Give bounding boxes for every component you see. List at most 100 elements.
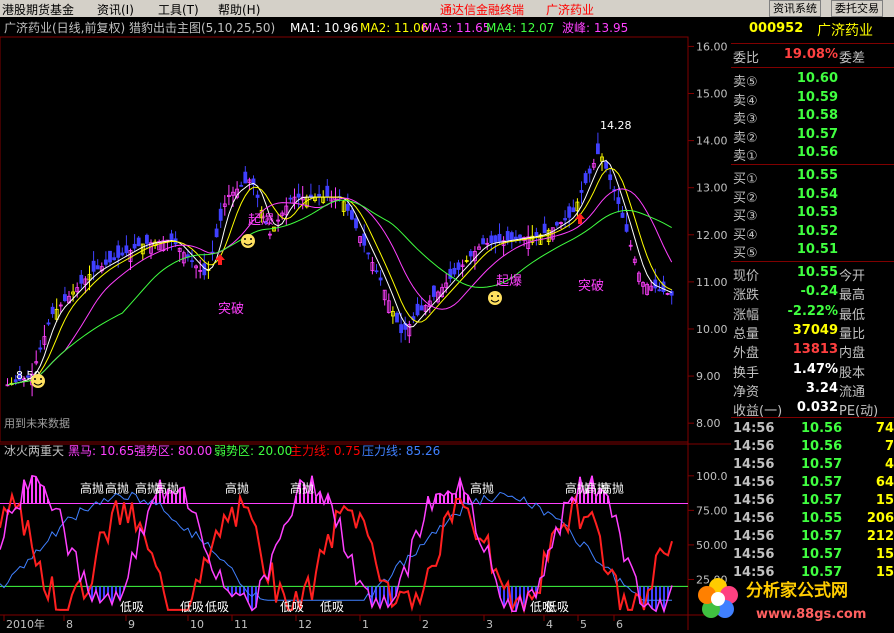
x-tick-label: 8: [66, 618, 73, 630]
buy-level-5[interactable]: 买⑤ 10.51: [731, 242, 894, 261]
sell-level-1[interactable]: 卖① 10.56: [731, 145, 894, 164]
stat-row[interactable]: 净资 3.24 流通: [731, 381, 894, 400]
weak-zone-label: 弱势区: 20.00: [214, 444, 292, 458]
buy-signal-label: 低吸: [320, 600, 344, 614]
signal-labels: 高抛 高抛 高抛高抛 高抛 高抛 高抛 高抛高抛高抛低吸 低吸 低吸 低吸 低吸 低吸低吸: [80, 480, 624, 614]
sell-signal-label: 高抛: [290, 480, 314, 495]
black-horse-label: 黑马: 10.65: [68, 444, 134, 458]
ma2-label: MA2: 11.06: [360, 21, 428, 35]
sell-level-4[interactable]: 卖④ 10.59: [731, 90, 894, 109]
buy-signal-label: 低吸: [205, 600, 229, 614]
y-tick-label: 12.00: [696, 229, 728, 242]
stat-row[interactable]: 现价 10.55 今开: [731, 265, 894, 284]
y-tick-label: 50.00: [696, 539, 728, 552]
quote-panel: 000952 广济药业 委比 19.08% 委差 卖⑤ 10.60 卖④ 10.59 卖…: [731, 17, 894, 630]
strong-zone-label: 强势区: 80.00: [134, 444, 212, 458]
sell-level-3[interactable]: 卖③ 10.58: [731, 108, 894, 127]
indicator-lines: [0, 474, 673, 614]
ma4-label: MA4: 12.07: [486, 21, 554, 35]
tick-row: 14:56 10.57 4: [733, 457, 894, 472]
ma1-label: MA1: 10.96: [290, 21, 358, 35]
ignite-label-2: 起爆: [496, 274, 522, 289]
stat-row[interactable]: 收益(一) 0.032 PE(动): [731, 400, 894, 419]
smiley-icon: [241, 234, 255, 248]
x-axis: 2010年 8 9 10 11 12 1 2 3 4 5 6: [3, 615, 623, 630]
stat-row[interactable]: 总量 37049 量比: [731, 323, 894, 342]
watermark-logo: 分析家公式网 www.88gs.com: [694, 568, 894, 630]
breakout-label-1: 突破: [218, 301, 244, 317]
buy-level-3[interactable]: 买③ 10.53: [731, 205, 894, 224]
stock-name: 广济药业: [817, 23, 873, 39]
smiley-icon: [488, 291, 502, 305]
sell-signal-label: 高抛: [155, 480, 179, 495]
y-tick-label: 100.0: [696, 470, 728, 483]
flower-icon: [698, 578, 738, 618]
stock-code: 000952: [749, 21, 804, 36]
buy-level-2[interactable]: 买② 10.54: [731, 187, 894, 206]
candlesticks: [5, 132, 674, 397]
menu-item-tools[interactable]: 工具(T): [158, 1, 199, 18]
main-chart-header: 广济药业(日线,前复权) 猎豹出击主图(5,10,25,50): [4, 20, 275, 35]
x-tick-label: 1: [362, 618, 369, 630]
smiley-icon: [31, 374, 45, 388]
tick-row: 14:56 10.57 64: [733, 475, 894, 490]
sell-signal-label: 高抛: [80, 480, 104, 495]
stat-row[interactable]: 涨跌 -0.24 最高: [731, 284, 894, 303]
sub-chart-header: 冰火两重天: [4, 444, 64, 458]
tick-row: 14:56 10.55 206: [733, 511, 894, 526]
main-y-axis: 16.00 15.00 14.00 13.00 12.00 11.00 10.00 9.00 8…: [688, 40, 728, 430]
stat-row[interactable]: 涨幅 -2.22% 最低: [731, 304, 894, 323]
y-tick-label: 10.00: [696, 323, 728, 336]
y-tick-label: 75.00: [696, 504, 728, 517]
wave-peak-label: 波峰: 13.95: [562, 21, 628, 35]
y-tick-label: 13.00: [696, 182, 728, 195]
menu-item-hk[interactable]: 港股期货基金: [2, 1, 74, 18]
stat-row[interactable]: 换手 1.47% 股本: [731, 362, 894, 381]
y-tick-label: 8.00: [696, 417, 721, 430]
ma3-label: MA3: 11.65: [422, 21, 490, 35]
tick-row: 14:56 10.56 74: [733, 421, 894, 436]
menu-item-help[interactable]: 帮助(H): [218, 1, 260, 18]
main-force-label: 主力线: 0.75: [290, 444, 361, 458]
weibi-row: 委比 19.08% 委差: [733, 47, 866, 66]
trade-button[interactable]: 委托交易: [831, 0, 883, 17]
y-tick-label: 16.00: [696, 40, 728, 53]
up-arrow-icon: [215, 254, 225, 265]
buy-signal-label: 低吸: [545, 600, 569, 614]
sell-level-2[interactable]: 卖② 10.57: [731, 127, 894, 146]
tick-row: 14:56 10.57 15: [733, 493, 894, 508]
tick-row: 14:56 10.56 7: [733, 439, 894, 454]
sell-signal-label: 高抛: [470, 480, 494, 495]
chart-area[interactable]: 广济药业(日线,前复权) 猎豹出击主图(5,10,25,50) MA1: 10.…: [0, 17, 731, 630]
tick-row: 14:56 10.57 15: [733, 547, 894, 562]
buy-signal-label: 低吸: [280, 600, 304, 614]
x-tick-label: 2010年: [6, 617, 45, 630]
news-system-button[interactable]: 资讯系统: [769, 0, 821, 17]
stock-title: 广济药业: [546, 3, 595, 17]
sell-signal-label: 高抛: [600, 480, 624, 495]
x-tick-label: 2: [422, 618, 429, 630]
x-tick-label: 4: [546, 618, 553, 630]
future-data-note: 用到未来数据: [4, 416, 70, 430]
app-title: 通达信金融终端: [440, 3, 525, 17]
breakout-label-2: 突破: [578, 278, 604, 294]
high-price-label: 14.28: [600, 119, 632, 132]
menu-item-news[interactable]: 资讯(I): [97, 1, 134, 18]
x-tick-label: 6: [616, 618, 623, 630]
buy-level-4[interactable]: 买④ 10.52: [731, 224, 894, 243]
y-tick-label: 9.00: [696, 370, 721, 383]
buy-level-1[interactable]: 买① 10.55: [731, 168, 894, 187]
sell-signal-label: 高抛: [105, 480, 129, 495]
x-tick-label: 11: [234, 618, 248, 630]
x-tick-label: 10: [190, 618, 204, 630]
menu-bar: 港股期货基金 资讯(I) 工具(T) 帮助(H) 通达信金融终端 广济药业 资讯…: [0, 0, 894, 17]
buy-signal-label: 低吸: [120, 600, 144, 614]
watermark-name: 分析家公式网: [746, 580, 848, 601]
pressure-line-label: 压力线: 85.26: [362, 444, 440, 458]
stat-row[interactable]: 外盘 13813 内盘: [731, 342, 894, 361]
x-tick-label: 9: [128, 618, 135, 630]
y-tick-label: 14.00: [696, 135, 728, 148]
main-chart-frame: [0, 36, 689, 443]
sell-level-5[interactable]: 卖⑤ 10.60: [731, 71, 894, 90]
x-tick-label: 12: [298, 618, 312, 630]
